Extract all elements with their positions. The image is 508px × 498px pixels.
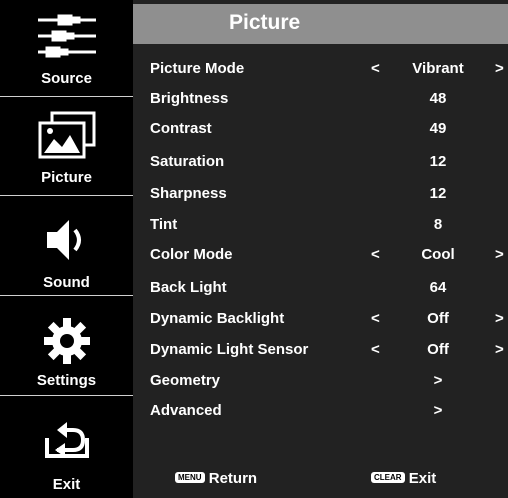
row-value: 12	[429, 153, 447, 170]
row-value: 48	[429, 90, 447, 107]
row-value: 49	[429, 120, 447, 137]
sidebar-item-sound[interactable]: Sound	[0, 196, 133, 295]
menu-row-tint[interactable]: Tint 8	[133, 212, 508, 238]
row-label: Contrast	[150, 120, 212, 137]
left-arrow-icon[interactable]: <	[371, 310, 380, 327]
sidebar-item-label: Source	[41, 70, 92, 87]
return-label: Return	[208, 470, 258, 487]
row-value: 8	[433, 216, 443, 233]
row-label: Dynamic Backlight	[150, 310, 285, 327]
title-bar: Picture	[133, 4, 508, 44]
left-arrow-icon[interactable]: <	[371, 341, 380, 358]
menu-row-saturation[interactable]: Saturation 12	[133, 149, 508, 175]
sidebar-item-exit[interactable]: Exit	[0, 396, 133, 498]
submenu-arrow-icon: >	[433, 372, 443, 389]
sidebar-item-label: Settings	[36, 372, 97, 389]
gear-icon	[43, 318, 90, 364]
submenu-arrow-icon: >	[433, 402, 443, 419]
speaker-icon	[46, 220, 81, 260]
exit-label: Exit	[408, 470, 437, 487]
picture-icon	[38, 111, 95, 159]
menu-row-advanced[interactable]: Advanced >	[133, 398, 508, 424]
sidebar-item-settings[interactable]: Settings	[0, 296, 133, 395]
menu-row-contrast[interactable]: Contrast 49	[133, 116, 508, 142]
menu-row-color-mode[interactable]: Color Mode < Cool >	[133, 242, 508, 268]
picture-menu-panel: Picture Picture Mode < Vibrant > Brightn…	[133, 0, 508, 498]
menu-key-badge: MENU	[175, 471, 205, 483]
sidebar-item-label: Sound	[43, 274, 90, 291]
menu-row-geometry[interactable]: Geometry >	[133, 368, 508, 394]
row-value: 64	[429, 279, 447, 296]
sidebar-item-label: Picture	[41, 169, 92, 186]
menu-row-back-light[interactable]: Back Light 64	[133, 275, 508, 301]
right-arrow-icon[interactable]: >	[495, 310, 504, 327]
row-label: Sharpness	[150, 185, 227, 202]
row-label: Geometry	[150, 372, 221, 389]
row-label: Saturation	[150, 153, 225, 170]
menu-row-brightness[interactable]: Brightness 48	[133, 86, 508, 112]
left-arrow-icon[interactable]: <	[371, 60, 380, 77]
right-arrow-icon[interactable]: >	[495, 60, 504, 77]
left-arrow-icon[interactable]: <	[371, 246, 380, 263]
row-value: Vibrant	[412, 60, 464, 77]
row-label: Color Mode	[150, 246, 233, 263]
page-title: Picture	[229, 11, 301, 34]
menu-row-dynamic-light-sensor[interactable]: Dynamic Light Sensor < Off >	[133, 337, 508, 363]
footer-return-hint[interactable]: MENU Return	[175, 470, 257, 487]
row-label: Brightness	[150, 90, 229, 107]
right-arrow-icon[interactable]: >	[495, 341, 504, 358]
clear-key-badge: CLEAR	[371, 471, 405, 483]
footer-exit-hint[interactable]: CLEAR Exit	[371, 470, 436, 487]
row-value: 12	[429, 185, 447, 202]
sidebar: Source Picture Sound Settings Exit	[0, 0, 133, 498]
row-value: Off	[427, 341, 449, 358]
row-label: Picture Mode	[150, 60, 245, 77]
footer-hints: MENU Return CLEAR Exit	[133, 466, 508, 494]
menu-row-dynamic-backlight[interactable]: Dynamic Backlight < Off >	[133, 306, 508, 332]
menu-row-sharpness[interactable]: Sharpness 12	[133, 181, 508, 207]
source-cables-icon	[37, 14, 96, 58]
right-arrow-icon[interactable]: >	[495, 246, 504, 263]
row-label: Advanced	[150, 402, 222, 419]
menu-row-picture-mode[interactable]: Picture Mode < Vibrant >	[133, 56, 508, 82]
sidebar-item-picture[interactable]: Picture	[0, 97, 133, 195]
row-value: Off	[427, 310, 449, 327]
row-value: Cool	[421, 246, 455, 263]
exit-icon	[44, 422, 89, 458]
row-label: Dynamic Light Sensor	[150, 341, 309, 358]
sidebar-item-source[interactable]: Source	[0, 0, 133, 96]
row-label: Tint	[150, 216, 178, 233]
row-label: Back Light	[150, 279, 227, 296]
sidebar-item-label: Exit	[52, 476, 81, 493]
